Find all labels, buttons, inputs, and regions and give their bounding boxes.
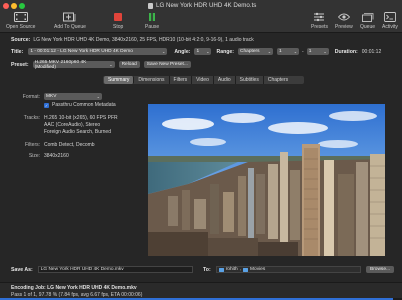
- size-value: 3840x2160: [44, 153, 69, 159]
- stop-button[interactable]: Stop: [113, 11, 123, 30]
- pause-icon: [148, 11, 156, 23]
- tab-video[interactable]: Video: [192, 76, 214, 84]
- range-label: Range:: [216, 48, 235, 55]
- browse-button[interactable]: Browse...: [366, 266, 394, 273]
- angle-popup[interactable]: 1 ⌄: [194, 48, 212, 55]
- minimize-window-button[interactable]: [11, 3, 17, 9]
- angle-label: Angle:: [174, 48, 191, 55]
- chevron-updown-icon: ⌄: [293, 49, 298, 54]
- window-title: LG New York HDR UHD 4K Demo.ts: [148, 1, 256, 10]
- close-window-button[interactable]: [3, 3, 9, 9]
- duration-value: 00:01:12: [361, 48, 382, 55]
- range-type-popup[interactable]: Chapters ⌄: [238, 48, 274, 55]
- source-info: LG New York HDR UHD 4K Demo, 3840x2160, …: [33, 37, 254, 43]
- add-queue-icon: [62, 11, 77, 23]
- open-source-button[interactable]: Open Source: [6, 11, 35, 30]
- format-label: Format:: [22, 94, 40, 100]
- tabs: Summary Dimensions Filters Video Audio S…: [104, 76, 293, 84]
- source-row: Source: LG New York HDR UHD 4K Demo, 384…: [11, 37, 254, 43]
- to-label: To:: [203, 266, 211, 273]
- city-skyline-picture: [148, 104, 385, 256]
- save-new-preset-button[interactable]: Save New Preset...: [143, 61, 191, 68]
- preset-popup[interactable]: H.265 MKV 2160p60 4K (Modified) ⌄: [32, 60, 115, 70]
- filters-label: Filters:: [25, 142, 40, 148]
- save-as-field[interactable]: LG New York HDR UHD 4K Demo.mkv: [37, 266, 193, 273]
- chevron-updown-icon: ⌄: [161, 49, 166, 54]
- duration-label: Duration:: [334, 48, 358, 55]
- tab-filters[interactable]: Filters: [169, 76, 193, 84]
- queue-button[interactable]: Queue: [360, 11, 375, 30]
- tab-dimensions[interactable]: Dimensions: [134, 76, 170, 84]
- title-popup[interactable]: 1 - 00:01:12 - LG New York HDR UHD 4K De…: [28, 48, 168, 55]
- range-end-popup[interactable]: 1 ⌄: [306, 48, 329, 55]
- chevron-updown-icon: ⌄: [206, 49, 210, 54]
- passthru-metadata-checkbox[interactable]: ✓ Passthru Common Metadata: [44, 102, 116, 108]
- folder-icon: [243, 267, 249, 272]
- chevron-updown-icon: ⌄: [96, 94, 100, 99]
- tracks-label: Tracks:: [23, 115, 40, 121]
- source-label: Source:: [11, 37, 31, 43]
- tracks-line-2: AAC (CoreAudio), Stereo: [44, 122, 101, 128]
- add-to-queue-button[interactable]: Add To Queue: [54, 11, 86, 30]
- chevron-updown-icon: ⌄: [323, 49, 327, 54]
- folder-icon: [218, 267, 224, 272]
- chevron-updown-icon: ⌄: [267, 49, 272, 54]
- chevron-right-icon: ›: [239, 267, 242, 272]
- tab-subtitles[interactable]: Subtitles: [235, 76, 264, 84]
- encoding-job-text: Encoding Job: LG New York HDR UHD 4K Dem…: [11, 285, 137, 291]
- tab-chapters[interactable]: Chapters: [263, 76, 293, 84]
- tab-audio[interactable]: Audio: [213, 76, 236, 84]
- destination-row: To: rohith › Movies: [203, 266, 361, 273]
- presets-icon: [313, 11, 325, 23]
- save-as-row: Save As: LG New York HDR UHD 4K Demo.mkv: [11, 266, 193, 273]
- checkmark-icon: ✓: [44, 102, 49, 108]
- window-toolbar: LG New York HDR UHD 4K Demo.ts Open Sour…: [0, 0, 402, 33]
- range-start-popup[interactable]: 1 ⌄: [277, 48, 300, 55]
- queue-icon: [361, 11, 374, 23]
- tracks-line-1: H.265 10-bit (x265), 60 FPS PFR: [44, 115, 118, 121]
- filters-value: Comb Detect, Decomb: [44, 142, 95, 148]
- film-icon: [13, 11, 28, 23]
- title-row: Title: 1 - 00:01:12 - LG New York HDR UH…: [11, 48, 381, 55]
- range-separator: -: [302, 48, 304, 55]
- tab-summary[interactable]: Summary: [104, 76, 135, 84]
- preview-button[interactable]: Preview: [335, 11, 353, 30]
- zoom-window-button[interactable]: [19, 3, 25, 9]
- activity-button[interactable]: Activity: [382, 11, 398, 30]
- activity-icon: [383, 11, 396, 23]
- presets-button[interactable]: Presets: [311, 11, 328, 30]
- save-as-label: Save As:: [11, 266, 33, 273]
- eye-icon: [337, 11, 350, 23]
- destination-path[interactable]: rohith › Movies: [215, 266, 361, 273]
- chevron-updown-icon: ⌄: [109, 62, 113, 67]
- preset-row: Preset: H.265 MKV 2160p60 4K (Modified) …: [11, 60, 191, 70]
- stop-icon: [114, 11, 123, 23]
- format-popup[interactable]: MKV ⌄: [44, 93, 102, 100]
- reload-button[interactable]: Reload: [118, 61, 140, 68]
- window-title-text: LG New York HDR UHD 4K Demo.ts: [156, 2, 257, 9]
- preset-label: Preset:: [11, 61, 29, 68]
- tracks-line-3: Foreign Audio Search, Burned: [44, 129, 111, 135]
- document-icon: [148, 2, 153, 9]
- size-label: Size:: [28, 153, 40, 159]
- pause-button[interactable]: Pause: [145, 11, 159, 30]
- title-label: Title:: [11, 48, 24, 55]
- preview-image: [148, 104, 385, 256]
